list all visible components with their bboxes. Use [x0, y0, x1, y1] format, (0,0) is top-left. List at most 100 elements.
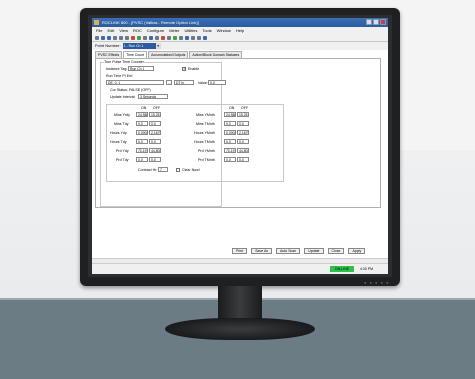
row-on-value: 70.1979: [136, 148, 148, 153]
point-number-value: 1 - Run Ch 1: [123, 44, 144, 48]
row-label: Prd YMnth: [198, 149, 215, 153]
menu-utilities[interactable]: Utilities: [184, 27, 197, 34]
instance-tag-label: Instance Tag:: [106, 67, 128, 71]
connect-icon[interactable]: [131, 35, 135, 40]
tab-pvsc-effects[interactable]: PVSC Effects: [95, 51, 123, 58]
menu-meter[interactable]: Meter: [169, 27, 179, 34]
menu-roc[interactable]: ROC: [133, 27, 142, 34]
new-icon[interactable]: [95, 35, 99, 40]
row-label: Hours Tdy: [110, 140, 127, 144]
row-off-value: 0.0: [149, 139, 161, 144]
menu-edit[interactable]: Edit: [107, 27, 114, 34]
row-on-value: 0.0: [136, 121, 148, 126]
copy-icon[interactable]: [119, 35, 123, 40]
point-number-label: Point Number:: [95, 43, 121, 48]
row-label: Mins TMnth: [196, 122, 215, 126]
paste-icon[interactable]: [125, 35, 129, 40]
help-icon[interactable]: [203, 35, 207, 40]
row-on-value: 0.0: [136, 157, 148, 162]
online-status-badge: ON-LINE: [330, 266, 354, 272]
row-off-value: 0.0: [149, 157, 161, 162]
run-time-units-select[interactable]: DT In: [174, 80, 194, 85]
status-time: 4:30 PM: [360, 267, 374, 271]
clear-now-checkbox[interactable]: [176, 168, 180, 172]
row-off-value: 0.0: [237, 139, 249, 144]
open-icon[interactable]: [101, 35, 105, 40]
tab-accumulation-outputs[interactable]: Accumulation/Outputs: [148, 51, 189, 58]
direct-connect-icon[interactable]: [137, 35, 141, 40]
tab-time-count[interactable]: Time Count: [123, 51, 148, 58]
apply-button[interactable]: Apply: [348, 248, 366, 254]
dialog-button-row: Print Save As Auto Scan Update Close App…: [232, 248, 366, 254]
row-label: Prd TMnth: [198, 158, 215, 162]
toolbar: [92, 34, 388, 42]
row-label: Hours YMnth: [194, 131, 215, 135]
enable-checkbox[interactable]: [182, 66, 186, 71]
device-info-icon[interactable]: [149, 35, 153, 40]
io-icon[interactable]: [155, 35, 159, 40]
col-on-left: ON: [141, 106, 147, 110]
menu-view[interactable]: View: [119, 27, 128, 34]
monitor-buttons: ● ● ● ● ●: [364, 280, 390, 285]
row-off-value: 15.25: [149, 112, 161, 117]
update-button[interactable]: Update: [304, 248, 324, 254]
row-label: Hours TMnth: [194, 140, 215, 144]
print-button[interactable]: Print: [232, 248, 248, 254]
meter-icon[interactable]: [161, 35, 165, 40]
update-interval-label: Update Interval:: [110, 95, 136, 99]
print-icon[interactable]: [197, 35, 201, 40]
minimize-button[interactable]: [366, 19, 372, 25]
row-on-value: 0.0: [224, 121, 236, 126]
fst-icon[interactable]: [191, 35, 195, 40]
row-on-value: 0.00049: [224, 130, 236, 135]
tab-panel: True Pulse Time Counter Instance Tag: Ru…: [95, 58, 381, 208]
row-on-value: 70.1979: [224, 148, 236, 153]
instance-tag-input[interactable]: Run Ch 1: [128, 66, 154, 71]
enable-label: Enable: [188, 67, 200, 71]
cut-icon[interactable]: [113, 35, 117, 40]
run-time-label: Run Time PI Eel:: [106, 74, 133, 78]
col-off-left: OFF: [153, 106, 161, 110]
row-on-value: 0.00049: [136, 130, 148, 135]
row-off-value: 15.25: [237, 112, 249, 117]
tab-action-block[interactable]: Action/Block Domain Statuses: [189, 51, 243, 58]
menu-help[interactable]: Help: [236, 27, 244, 34]
row-label: Mins Yrdy: [114, 113, 130, 117]
row-label: Mins Tdy: [114, 122, 129, 126]
menu-tools[interactable]: Tools: [202, 27, 211, 34]
row-off-value: 0.0: [237, 157, 249, 162]
menu-configure[interactable]: Configure: [147, 27, 164, 34]
monitor-stand: [165, 318, 315, 340]
close-button[interactable]: Close: [327, 248, 345, 254]
event-icon[interactable]: [179, 35, 183, 40]
point-number-select[interactable]: 1 - Run Ch 1 ▼: [122, 43, 161, 49]
menu-file[interactable]: File: [96, 27, 102, 34]
row-off-value: 44.8024: [237, 148, 249, 153]
app-titlebar: ROCLINK 800 - [PVSC (Valhas - Remote Opt…: [92, 18, 388, 27]
row-on-value: 0.0: [136, 139, 148, 144]
row-label: Prd Tdy: [116, 158, 129, 162]
close-window-button[interactable]: [380, 19, 386, 25]
save-as-button[interactable]: Save As: [251, 248, 273, 254]
row-label: Mins YMnth: [196, 113, 215, 117]
browse-button[interactable]: …: [166, 80, 172, 85]
row-on-value: 0.0: [224, 157, 236, 162]
row-on-value: 0.0: [224, 139, 236, 144]
display-icon[interactable]: [185, 35, 189, 40]
window-title: ROCLINK 800 - [PVSC (Valhas - Remote Opt…: [102, 20, 199, 25]
save-icon[interactable]: [107, 35, 111, 40]
row-off-value: 0.0: [149, 121, 161, 126]
menu-bar: File Edit View ROC Configure Meter Utili…: [92, 27, 388, 34]
group-title: True Pulse Time Counter: [104, 60, 144, 64]
update-interval-select[interactable]: 3 Seconds: [138, 94, 168, 99]
auto-scan-button[interactable]: Auto Scan: [276, 248, 301, 254]
alarm-icon[interactable]: [173, 35, 177, 40]
menu-window[interactable]: Window: [217, 27, 231, 34]
value-field: 0.0: [208, 80, 226, 85]
status-bar: ON-LINE 4:30 PM: [92, 263, 388, 274]
maximize-button[interactable]: [373, 19, 379, 25]
disconnect-icon[interactable]: [143, 35, 147, 40]
run-time-input[interactable]: DE, 0, 1: [106, 80, 164, 85]
history-icon[interactable]: [167, 35, 171, 40]
contract-hr-input[interactable]: 7: [158, 167, 168, 172]
